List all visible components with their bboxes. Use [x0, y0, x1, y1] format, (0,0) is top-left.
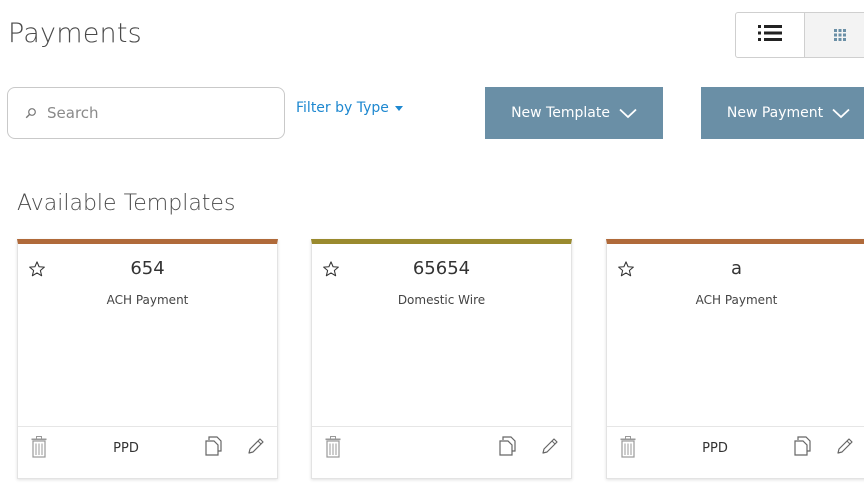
template-card[interactable]: a ACH Payment PPD [606, 239, 864, 479]
new-template-button[interactable]: New Template [485, 87, 663, 139]
pencil-icon[interactable] [540, 436, 560, 460]
search-icon [25, 107, 37, 119]
filter-by-type-label: Filter by Type [296, 100, 389, 116]
template-card[interactable]: 654 ACH Payment PPD [17, 239, 278, 479]
copy-icon[interactable] [204, 436, 224, 460]
trash-icon[interactable] [620, 436, 636, 462]
new-payment-label: New Payment [726, 105, 824, 121]
pencil-icon[interactable] [835, 436, 855, 460]
new-template-label: New Template [511, 105, 610, 121]
trash-icon[interactable] [31, 436, 47, 462]
search-box [7, 87, 285, 139]
list-view-icon [758, 25, 782, 45]
new-payment-button[interactable]: New Payment [701, 87, 864, 139]
template-card[interactable]: 65654 Domestic Wire [311, 239, 572, 479]
payment-type: Domestic Wire [397, 293, 486, 307]
template-name: 654 [130, 258, 165, 279]
search-input[interactable] [47, 104, 247, 122]
card-footer: PPD [18, 426, 277, 487]
template-name: 65654 [412, 258, 471, 279]
chevron-down-icon [619, 108, 637, 119]
copy-icon[interactable] [498, 436, 518, 460]
caret-down-icon [394, 105, 403, 111]
chevron-down-icon [832, 108, 850, 119]
page-title: Payments [8, 18, 142, 49]
grid-view-icon [833, 26, 846, 45]
payment-type: ACH Payment [106, 293, 189, 307]
section-title: Available Templates [17, 191, 236, 216]
template-name: a [730, 258, 743, 279]
sec-code: PPD [702, 441, 728, 456]
sec-code: PPD [113, 441, 139, 456]
copy-icon[interactable] [793, 436, 813, 460]
list-view-button[interactable] [736, 13, 805, 57]
view-toggle [735, 12, 864, 58]
card-footer: PPD [607, 426, 864, 487]
payment-type: ACH Payment [695, 293, 778, 307]
trash-icon[interactable] [325, 436, 341, 462]
filter-by-type-dropdown[interactable]: Filter by Type [296, 100, 403, 116]
card-footer [312, 426, 571, 487]
pencil-icon[interactable] [246, 436, 266, 460]
grid-view-button[interactable] [805, 13, 864, 57]
